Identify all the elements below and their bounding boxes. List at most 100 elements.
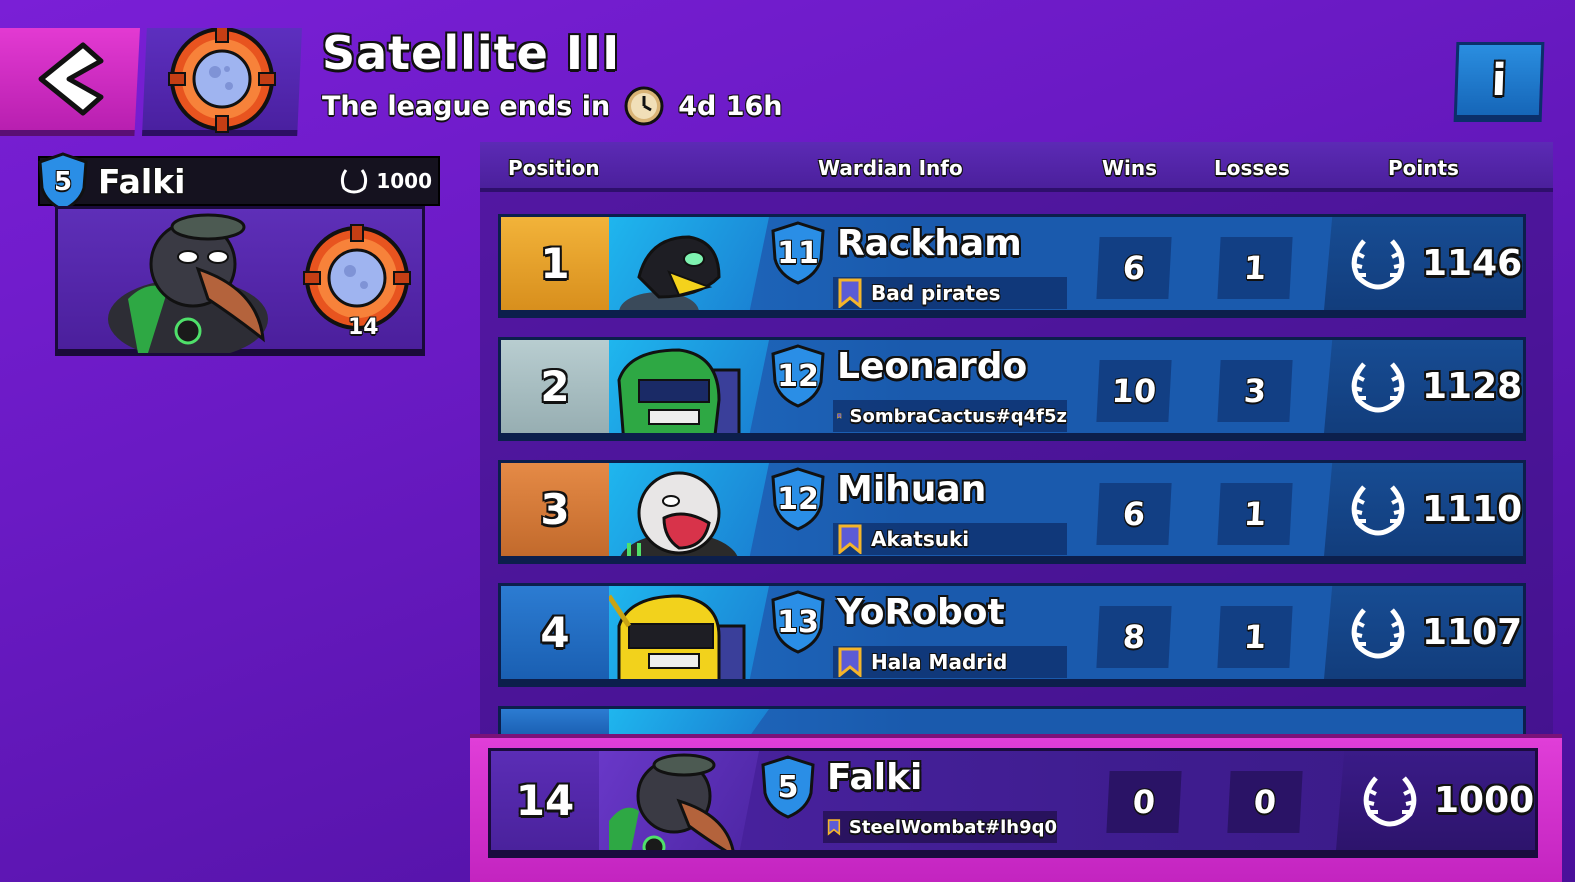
wardian-level-badge: 11 <box>769 221 827 285</box>
wardian-portrait-leonardo <box>609 340 769 433</box>
points-value: 1107 <box>1422 612 1523 653</box>
player-card: 14 <box>55 206 425 356</box>
losses-value: 1 <box>1217 606 1293 668</box>
league-timer: The league ends in 4d 16h <box>322 86 783 126</box>
back-button[interactable] <box>0 28 140 136</box>
laurel-icon <box>1351 238 1405 289</box>
wardian-portrait-rackham <box>609 217 769 310</box>
wardian-portrait-mihuan <box>609 463 769 556</box>
self-guild-name: SteelWombat#lh9q0 <box>848 816 1057 838</box>
back-arrow-icon <box>38 42 104 116</box>
wardian-avatar-leonardo <box>617 348 741 433</box>
table-row[interactable]: 2 12 Leonardo SombraCactus#q4f5z 10 3 11… <box>498 337 1526 441</box>
table-row[interactable]: 1 11 Rackham Bad pirates 6 1 1146 <box>498 214 1526 318</box>
self-table-row[interactable]: 14 5 Falki SteelWombat#lh9q0 0 0 1000 <box>488 748 1538 858</box>
header-position: Position <box>508 156 600 180</box>
player-points-value: 1000 <box>376 169 432 193</box>
row-position: 2 <box>501 340 609 433</box>
guild-name: SombraCactus#q4f5z <box>849 405 1067 427</box>
league-ends-label: The league ends in <box>322 90 611 122</box>
league-badge <box>142 28 302 136</box>
guild-name: Akatsuki <box>871 527 970 551</box>
header-losses: Losses <box>1214 156 1290 180</box>
laurel-icon <box>1363 775 1417 826</box>
self-points-cell: 1000 <box>1336 751 1535 850</box>
player-emblem-level: 14 <box>348 315 379 340</box>
wardian-name: Rackham <box>837 223 1022 264</box>
wardian-level-badge: 13 <box>769 590 827 654</box>
guild-info: Hala Madrid <box>833 646 1067 678</box>
wardian-level: 12 <box>777 358 819 394</box>
wins-value: 6 <box>1096 483 1172 545</box>
player-points: 1000 <box>338 168 432 194</box>
guild-banner-icon <box>827 819 841 836</box>
wardian-name: Leonardo <box>837 346 1028 387</box>
wardian-avatar-rackham <box>619 235 721 310</box>
table-row[interactable]: 4 13 YoRobot Hala Madrid 8 1 1107 <box>498 583 1526 687</box>
guild-info: Akatsuki <box>833 523 1067 555</box>
losses-value: 1 <box>1217 237 1293 299</box>
wins-value: 10 <box>1096 360 1172 422</box>
self-guild-info: SteelWombat#lh9q0 <box>823 811 1057 843</box>
self-level-badge: 5 <box>759 755 817 819</box>
laurel-icon <box>1351 484 1405 535</box>
laurel-icon <box>341 169 368 194</box>
wardian-name: Mihuan <box>837 469 987 510</box>
table-row[interactable]: 3 12 Mihuan Akatsuki 6 1 1110 <box>498 460 1526 564</box>
guild-info: SombraCactus#q4f5z <box>833 400 1067 432</box>
points-cell: 1110 <box>1324 463 1523 556</box>
losses-value: 3 <box>1217 360 1293 422</box>
guild-banner-icon <box>837 413 842 419</box>
table-row-partial <box>498 706 1526 736</box>
player-level-badge: 5 <box>36 152 90 212</box>
wardian-level-badge: 12 <box>769 467 827 531</box>
player-level: 5 <box>53 167 73 197</box>
guild-name: Hala Madrid <box>871 650 1008 674</box>
clock-icon <box>624 86 664 126</box>
wardian-level: 12 <box>777 481 819 517</box>
leaderboard-header: Position Wardian Info Wins Losses Points <box>480 142 1553 192</box>
self-level: 5 <box>777 769 799 805</box>
self-points-value: 1000 <box>1434 780 1535 821</box>
header-wardian-info: Wardian Info <box>818 156 963 180</box>
league-time-left: 4d 16h <box>678 90 783 122</box>
header-wins: Wins <box>1102 156 1158 180</box>
points-cell: 1146 <box>1324 217 1523 310</box>
points-value: 1146 <box>1422 243 1523 284</box>
row-position-partial <box>501 709 609 736</box>
header-points: Points <box>1388 156 1459 180</box>
losses-value: 1 <box>1217 483 1293 545</box>
wardian-portrait-falki <box>599 751 759 850</box>
points-cell: 1107 <box>1324 586 1523 679</box>
wardian-avatar-yorobot <box>609 594 746 679</box>
self-losses-value: 0 <box>1227 771 1303 833</box>
guild-banner-icon <box>838 278 862 308</box>
guild-banner-icon <box>838 647 862 677</box>
guild-banner-icon <box>838 524 862 554</box>
wardian-avatar-falki <box>108 213 268 353</box>
guild-name: Bad pirates <box>871 281 1001 305</box>
player-name-bar: 5 Falki 1000 <box>38 152 440 212</box>
wardian-avatar-falki-small <box>609 753 736 850</box>
wardian-portrait-yorobot <box>609 586 769 679</box>
wardian-level: 11 <box>777 235 819 271</box>
satellite-league-emblem-icon <box>168 28 276 133</box>
wardian-level: 13 <box>777 604 819 640</box>
wins-value: 6 <box>1096 237 1172 299</box>
wins-value: 8 <box>1096 606 1172 668</box>
wardian-level-badge: 12 <box>769 344 827 408</box>
row-position: 3 <box>501 463 609 556</box>
points-value: 1110 <box>1422 489 1523 530</box>
wardian-name: YoRobot <box>837 592 1005 633</box>
info-button[interactable]: i <box>1453 42 1545 122</box>
self-name: Falki <box>827 757 923 798</box>
points-cell: 1128 <box>1324 340 1523 433</box>
row-position: 1 <box>501 217 609 310</box>
league-title: Satellite III <box>322 26 621 80</box>
player-name: Falki <box>98 161 186 201</box>
laurel-icon <box>1351 361 1405 412</box>
row-position: 4 <box>501 586 609 679</box>
wardian-avatar-mihuan <box>619 471 739 556</box>
guild-info: Bad pirates <box>833 277 1067 309</box>
wardian-portrait-partial <box>609 709 769 736</box>
